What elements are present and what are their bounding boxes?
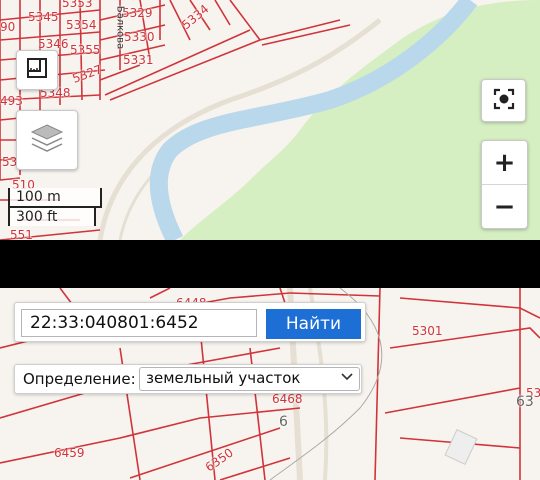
scale-bar: 100 m 300 ft [8, 188, 102, 226]
parcel-label: 6459 [54, 446, 85, 460]
parcel-label: 5353 [62, 0, 93, 10]
layers-button[interactable] [16, 110, 78, 170]
parcel-label: 493 [0, 94, 23, 108]
parcel-label: 5354 [66, 18, 97, 32]
ruler-icon [26, 57, 48, 83]
scale-imperial: 300 ft [8, 208, 96, 226]
find-button[interactable]: Найти [266, 309, 361, 339]
locate-button[interactable] [481, 79, 526, 122]
zoom-control: + − [481, 140, 528, 229]
layers-icon [29, 121, 65, 159]
bottom-map-view[interactable]: 6448 5301 6468 6 6459 6350 53 63 Найти О… [0, 288, 540, 480]
definition-selected-value: земельный участок [146, 369, 301, 387]
parcel-label: 90 [0, 20, 16, 34]
street-label: Балкова [114, 5, 126, 50]
cadastral-search-box: Найти [14, 302, 366, 342]
definition-select[interactable]: земельный участок [139, 367, 360, 391]
zoom-in-button[interactable]: + [482, 141, 527, 184]
parcel-label: 63 [516, 394, 534, 410]
parcel-label: 5355 [70, 43, 101, 57]
scale-metric: 100 m [8, 188, 102, 208]
parcel-label: 5346 [38, 37, 69, 51]
top-map-view[interactable]: 5353 5345 5329 5334 5354 5330 5346 5355 … [0, 0, 540, 240]
parcel-label: 5329 [122, 6, 153, 20]
parcel-label: 5345 [28, 10, 59, 24]
definition-label: Определение: [23, 370, 136, 388]
zoom-out-button[interactable]: − [482, 184, 527, 228]
parcel-label: 6468 [272, 392, 303, 406]
cadastral-number-input[interactable] [21, 309, 257, 337]
parcel-label: 5331 [123, 53, 154, 67]
ruler-button[interactable] [16, 50, 58, 90]
locate-target-icon [492, 87, 516, 115]
chevron-down-icon [341, 370, 353, 386]
parcel-label: 5301 [412, 324, 443, 338]
parcel-label: 551 [10, 228, 33, 240]
definition-box: Определение: земельный участок [14, 364, 362, 394]
parcel-label: 5330 [124, 30, 155, 44]
parcel-label: 6 [279, 414, 288, 430]
